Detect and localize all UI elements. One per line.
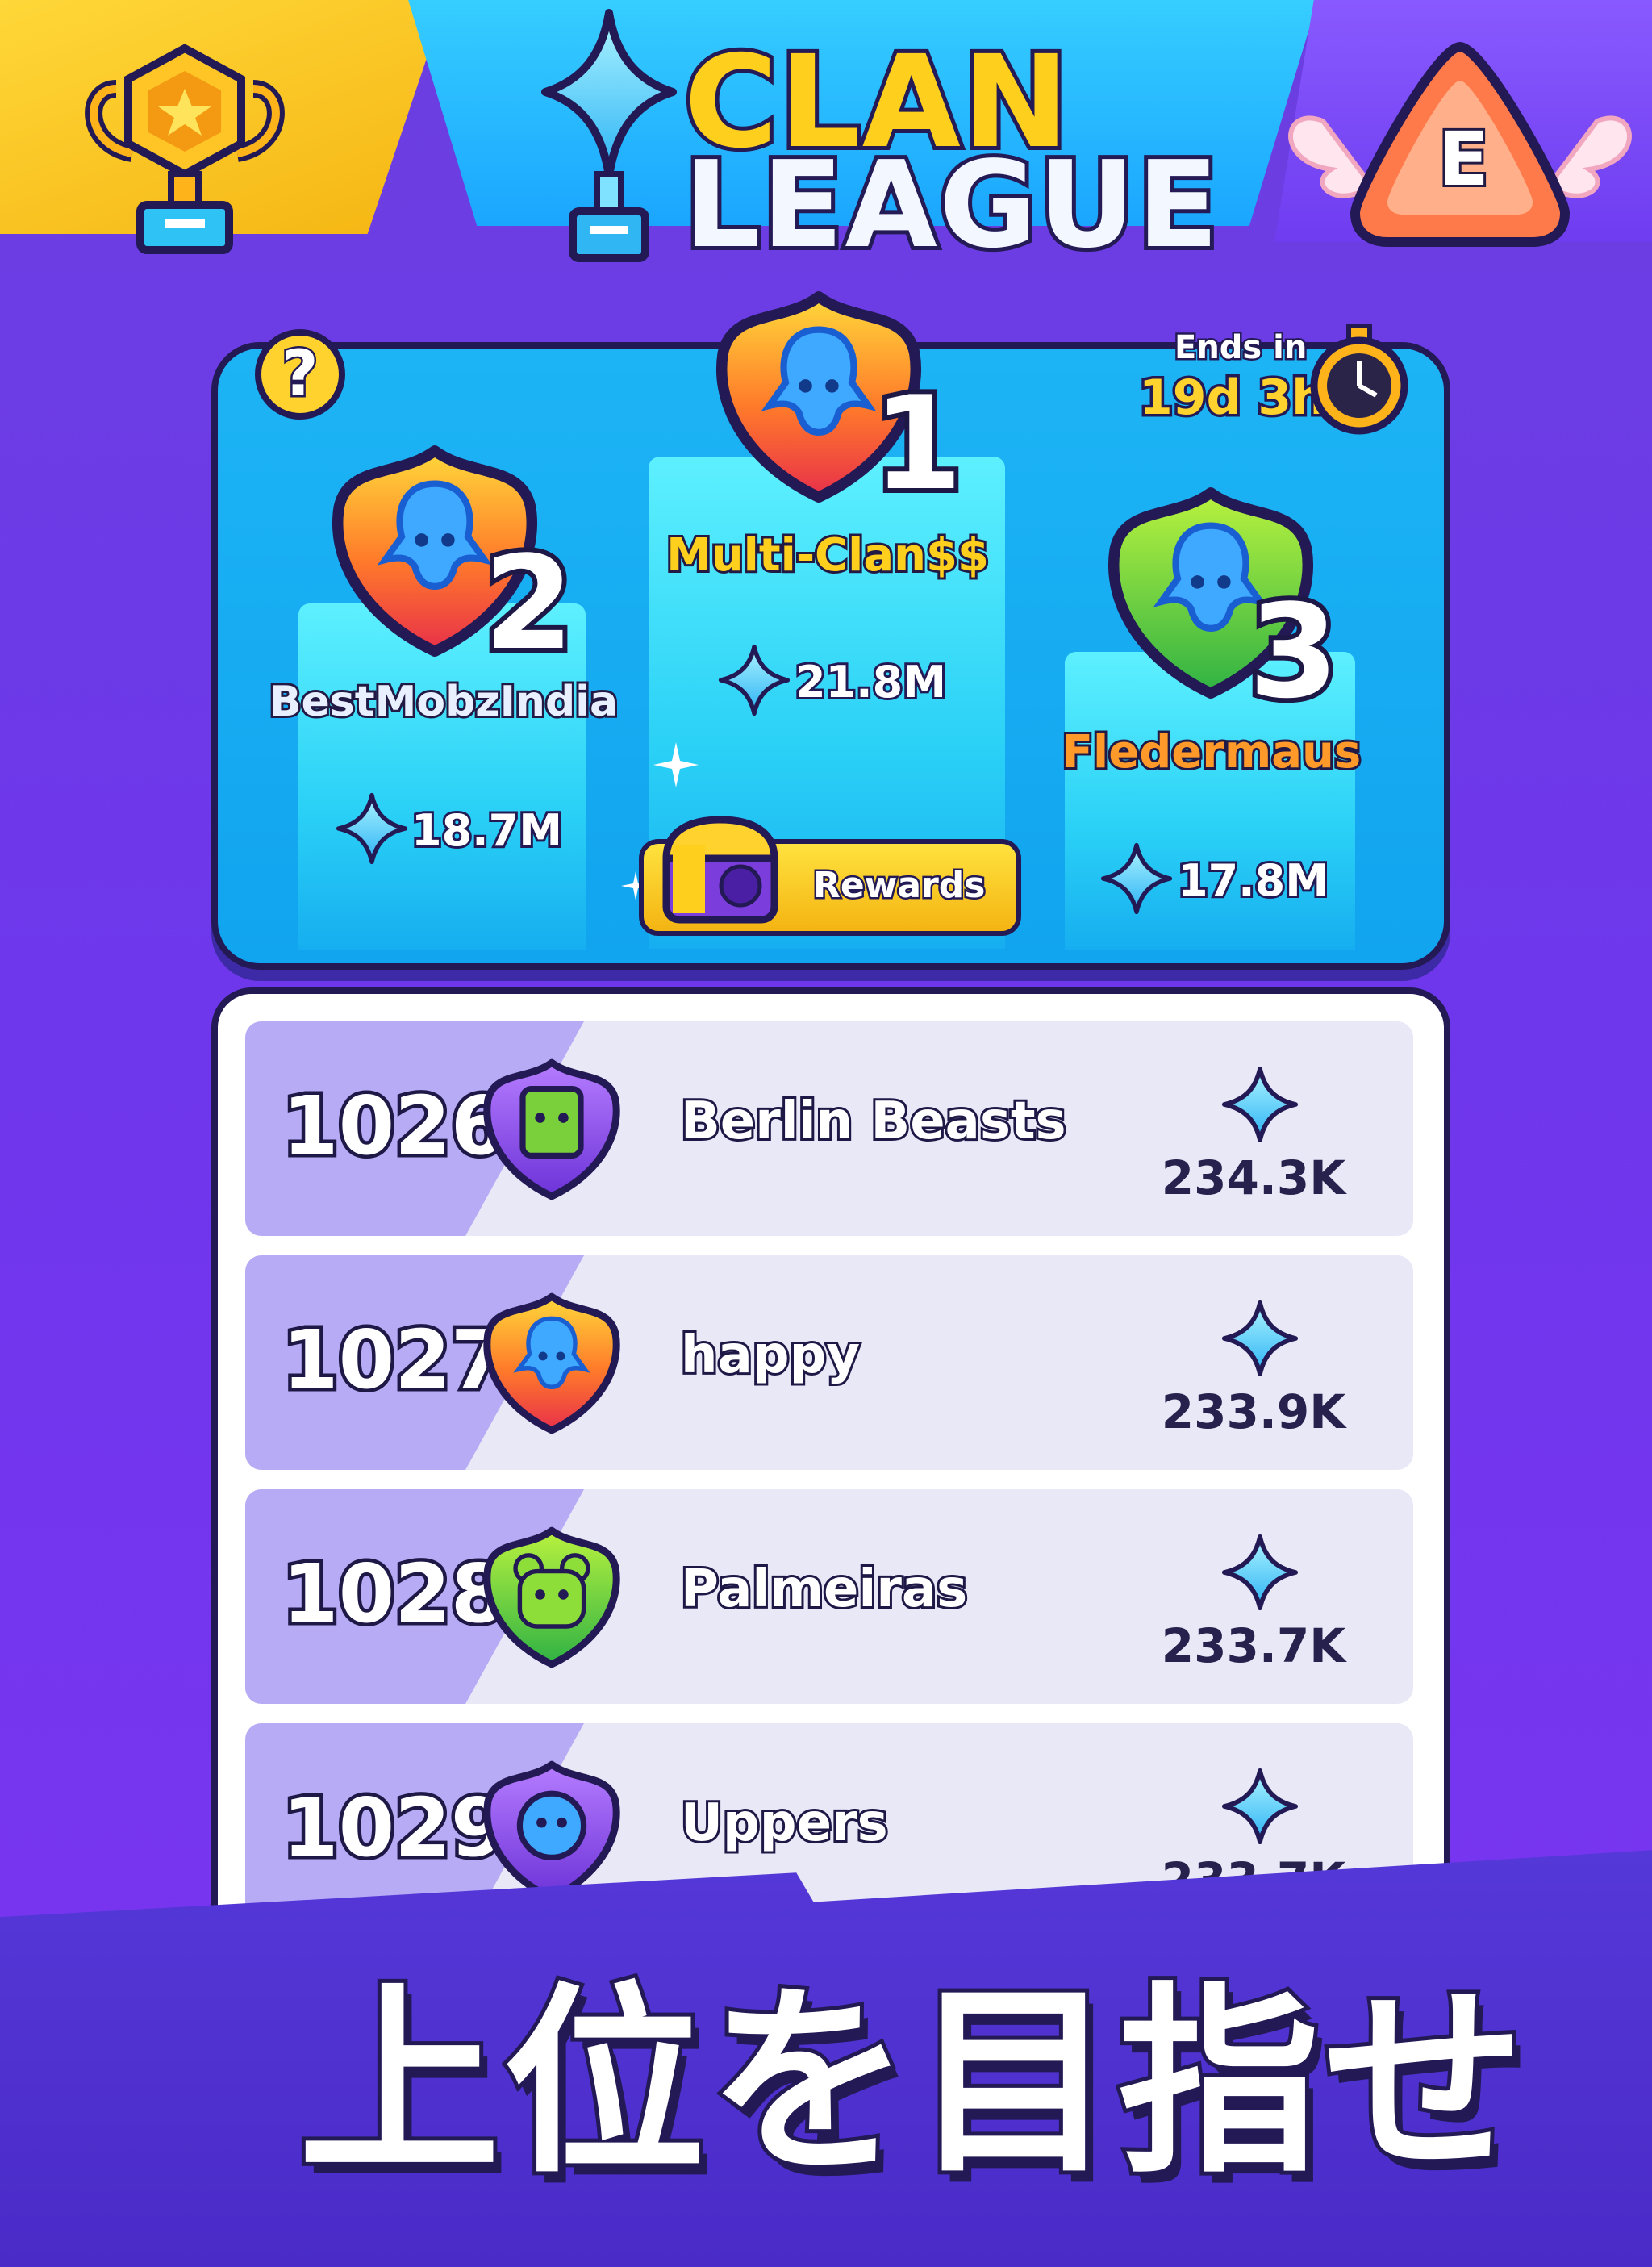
third-place-name: Fledermaus	[1060, 724, 1363, 781]
gem-icon	[1221, 1294, 1299, 1383]
first-place-rank: 1	[868, 368, 967, 519]
row-rank: 1028	[278, 1547, 510, 1641]
row-score: 233.9K	[1161, 1384, 1346, 1439]
gem-icon	[718, 636, 791, 724]
gem-icon	[1221, 1762, 1299, 1851]
leaderboard-list[interactable]: 1026 Berlin Beasts 234.3K 1027 happy 233…	[211, 987, 1450, 1968]
third-place-score: 17.8M	[1175, 853, 1331, 908]
row-score: 233.7K	[1161, 1618, 1346, 1673]
green-bear-emblem-icon	[479, 1525, 624, 1670]
leaderboard-row[interactable]: 1026 Berlin Beasts 234.3K	[245, 1021, 1413, 1236]
gem-icon	[1221, 1060, 1299, 1149]
row-clan-name: happy	[678, 1326, 862, 1385]
ends-in-value: 19d 3h	[1137, 367, 1329, 429]
purple-green-emblem-icon	[479, 1057, 624, 1202]
promo-banner-text: 上位を目指せ	[294, 1961, 1529, 2204]
second-place-name: BestMobzIndia	[267, 675, 620, 729]
row-clan-name: Berlin Beasts	[678, 1092, 1069, 1151]
third-place-rank: 3	[1244, 576, 1343, 727]
leaderboard-row[interactable]: 1028 Palmeiras 233.7K	[245, 1489, 1413, 1704]
leaderboard-row[interactable]: 1027 happy 233.9K	[245, 1255, 1413, 1470]
red-octopus-emblem-icon	[479, 1291, 624, 1436]
row-clan-name: Palmeiras	[678, 1559, 970, 1619]
row-score: 234.3K	[1161, 1150, 1346, 1205]
stopwatch-icon	[1310, 324, 1408, 435]
sparkle-icon	[653, 742, 699, 787]
ends-in-label: Ends in	[1172, 328, 1308, 369]
title-league: LEAGUE	[680, 136, 1223, 274]
league-rank-letter: E	[1436, 116, 1491, 202]
rewards-label: Rewards	[811, 863, 987, 908]
first-place-name: Multi-Clan$$	[664, 527, 991, 584]
row-rank: 1026	[278, 1079, 510, 1173]
reward-chest-icon[interactable]	[660, 813, 781, 926]
gem-icon	[1100, 834, 1173, 923]
trophy-icon[interactable]	[84, 32, 286, 266]
first-place-score: 21.8M	[793, 654, 949, 710]
gem-icon	[336, 784, 408, 873]
help-button[interactable]: ?	[255, 329, 345, 420]
row-clan-name: Uppers	[678, 1793, 891, 1853]
purple-blue-emblem-icon	[479, 1759, 624, 1904]
second-place-score: 18.7M	[409, 803, 565, 858]
crystal-trophy-icon	[541, 9, 677, 262]
row-rank: 1029	[278, 1781, 510, 1875]
gem-icon	[1221, 1528, 1299, 1617]
second-place-rank: 2	[479, 528, 578, 678]
row-rank: 1027	[278, 1313, 510, 1407]
